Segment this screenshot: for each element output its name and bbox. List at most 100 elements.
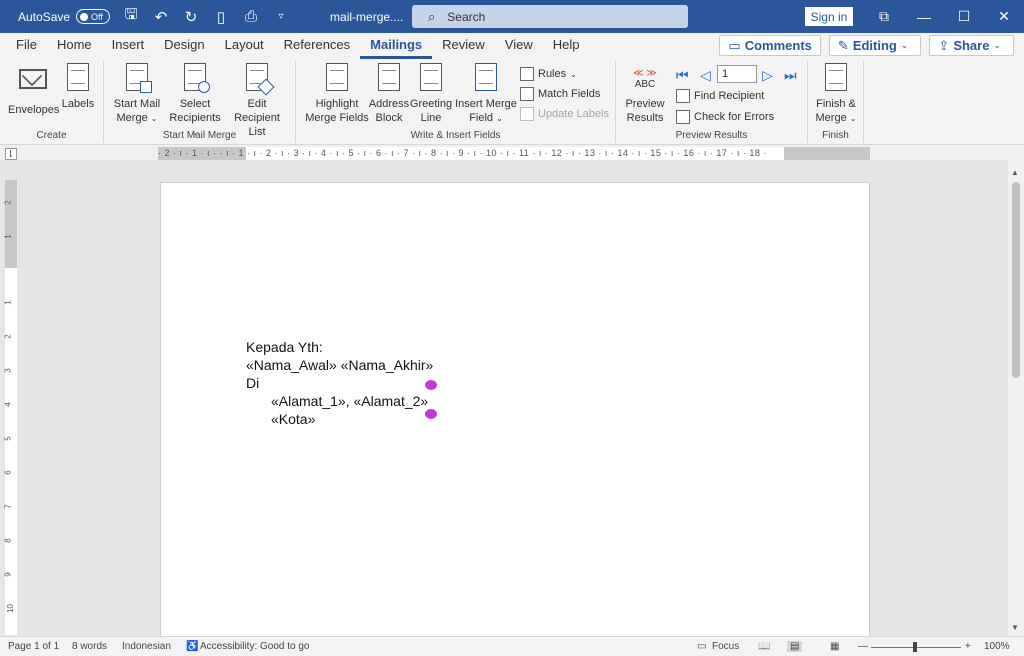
tab-help[interactable]: Help	[543, 33, 590, 59]
print-preview-icon[interactable]: ⎙	[242, 8, 260, 25]
page-count[interactable]: Page 1 of 1	[8, 641, 59, 652]
preview-results-button[interactable]: ≪ ≫ ABC Preview Results	[622, 63, 668, 125]
greeting-line-label-2: Line	[420, 112, 442, 124]
update-labels-button: Update Labels	[520, 105, 609, 123]
tab-mailings[interactable]: Mailings	[360, 33, 433, 59]
tab-references[interactable]: References	[274, 33, 360, 59]
vruler-number: 7	[3, 504, 13, 509]
ribbon-display-icon[interactable]: ⧉	[864, 8, 904, 25]
word-count[interactable]: 8 words	[72, 641, 107, 652]
accessibility-status[interactable]: Accessibility: Good to go	[200, 641, 310, 652]
horizontal-ruler[interactable]: · 2 · ı · 1 · ı · · ı · 1 · ı · 2 · ı · …	[158, 147, 870, 160]
ribbon-tabs: File Home Insert Design Layout Reference…	[0, 33, 1024, 59]
labels-button[interactable]: Labels	[60, 63, 96, 111]
chevron-down-icon: ⌄	[496, 114, 503, 123]
match-fields-button[interactable]: Match Fields	[520, 85, 600, 103]
find-recipient-button[interactable]: Find Recipient	[676, 87, 764, 105]
share-label: Share	[953, 38, 990, 53]
find-recipient-label: Find Recipient	[694, 90, 765, 102]
group-preview-results: ≪ ≫ ABC Preview Results ⏮ ◁ 1 ▷ ⏭ Find R…	[616, 61, 808, 143]
comments-button[interactable]: ▭ Comments	[719, 35, 821, 56]
share-button[interactable]: ⇪ Share ⌄	[929, 35, 1014, 56]
focus-button[interactable]: Focus	[712, 641, 739, 652]
greeting-line-label-1: Greeting	[409, 98, 453, 110]
vertical-scrollbar[interactable]: ▲ ▼	[1008, 166, 1024, 636]
comments-label: Comments	[744, 38, 812, 53]
insert-merge-field-label-1: Insert Merge	[455, 98, 517, 110]
save-icon[interactable]: 🖫	[122, 4, 140, 29]
next-record-icon[interactable]: ▷	[762, 67, 773, 84]
tab-design[interactable]: Design	[154, 33, 214, 59]
start-mail-merge-button[interactable]: Start Mail Merge ⌄	[110, 63, 164, 126]
highlight-merge-fields-button[interactable]: Highlight Merge Fields	[302, 63, 372, 125]
address-block-label-2: Block	[375, 112, 403, 124]
record-number-input[interactable]: 1	[717, 65, 757, 83]
vertical-ruler[interactable]: 2 1 1 2 3 4 5 6 7 8 9 10	[3, 180, 17, 635]
rules-button[interactable]: Rules ⌄	[520, 65, 577, 83]
first-record-icon[interactable]: ⏮	[676, 67, 689, 84]
zoom-slider[interactable]	[871, 642, 961, 652]
insert-merge-field-button[interactable]: Insert Merge Field ⌄	[454, 63, 518, 126]
zoom-out-icon[interactable]: —	[858, 641, 868, 652]
finish-merge-button[interactable]: Finish & Merge ⌄	[812, 63, 860, 126]
vruler-number: 2	[3, 200, 13, 205]
envelopes-button[interactable]: Envelopes	[8, 63, 60, 117]
zoom-slider-knob[interactable]	[913, 642, 917, 652]
finish-merge-icon	[825, 63, 847, 91]
sign-in-button[interactable]: Sign in	[805, 7, 853, 26]
tab-selector-icon[interactable]: ⌊	[5, 148, 17, 160]
previous-record-icon[interactable]: ◁	[700, 67, 711, 84]
ribbon-right-buttons: ▭ Comments ✎ Editing ⌄ ⇪ Share ⌄	[719, 35, 1014, 56]
focus-icon: ▭	[697, 641, 707, 652]
scrollbar-thumb[interactable]	[1012, 182, 1020, 378]
tab-layout[interactable]: Layout	[215, 33, 274, 59]
read-mode-icon[interactable]: 📖	[758, 641, 770, 652]
search-box[interactable]: ⌕ Search	[412, 5, 688, 28]
scroll-up-icon[interactable]: ▲	[1011, 168, 1019, 177]
vruler-number: 1	[3, 300, 13, 305]
autosave-label: AutoSave	[18, 9, 71, 24]
group-finish: Finish & Merge ⌄ Finish	[808, 61, 864, 143]
maximize-icon[interactable]: ☐	[944, 8, 984, 25]
address-block-button[interactable]: Address Block	[368, 63, 410, 125]
language-indicator[interactable]: Indonesian	[122, 641, 171, 652]
editing-mode-button[interactable]: ✎ Editing ⌄	[828, 35, 922, 56]
zoom-in-icon[interactable]: +	[965, 641, 971, 652]
update-labels-label: Update Labels	[538, 108, 609, 120]
check-for-errors-icon	[676, 110, 690, 124]
document-body[interactable]: Kepada Yth: «Nama_Awal» «Nama_Akhir» Di …	[246, 338, 433, 428]
print-layout-icon[interactable]: ▤	[787, 641, 803, 652]
tab-view[interactable]: View	[495, 33, 543, 59]
highlight-merge-fields-icon	[326, 63, 348, 91]
minimize-icon[interactable]: —	[904, 9, 944, 25]
tab-file[interactable]: File	[0, 33, 47, 59]
tab-review[interactable]: Review	[432, 33, 495, 59]
document-title-text: mail-merge....	[330, 9, 404, 24]
greeting-line-button[interactable]: Greeting Line	[409, 63, 453, 125]
address-block-label-1: Address	[368, 98, 410, 110]
autosave[interactable]: AutoSave Off	[18, 9, 111, 24]
document-title[interactable]: mail-merge.... ⌄	[330, 10, 422, 24]
window-controls: ⧉ — ☐ ✕	[864, 0, 1024, 33]
autosave-toggle[interactable]: Off	[76, 9, 111, 24]
last-record-icon[interactable]: ⏭	[784, 67, 797, 84]
zoom-level[interactable]: 100%	[984, 641, 1010, 652]
tab-home[interactable]: Home	[47, 33, 102, 59]
scroll-down-icon[interactable]: ▼	[1011, 623, 1019, 632]
search-icon: ⌕	[428, 8, 436, 24]
select-recipients-button[interactable]: Select Recipients ⌄	[166, 63, 224, 140]
edit-recipient-list-button[interactable]: Edit Recipient List	[224, 63, 290, 139]
web-layout-icon[interactable]: ▦	[830, 641, 839, 652]
redo-icon[interactable]: ↻	[182, 8, 200, 26]
customize-qat-icon[interactable]: ▿	[272, 11, 290, 22]
close-icon[interactable]: ✕	[984, 8, 1024, 25]
envelopes-label: Envelopes	[8, 104, 60, 116]
edit-recipient-list-label-1: Edit	[247, 98, 267, 110]
undo-icon[interactable]: ↶	[152, 8, 170, 26]
new-document-icon[interactable]: ▯	[212, 8, 230, 26]
check-for-errors-button[interactable]: Check for Errors	[676, 108, 774, 126]
chevron-down-icon: ⌄	[993, 40, 1001, 50]
group-write-insert-fields: Highlight Merge Fields Address Block Gre…	[296, 61, 616, 143]
group-label-write-insert: Write & Insert Fields	[410, 130, 501, 141]
tab-insert[interactable]: Insert	[102, 33, 155, 59]
